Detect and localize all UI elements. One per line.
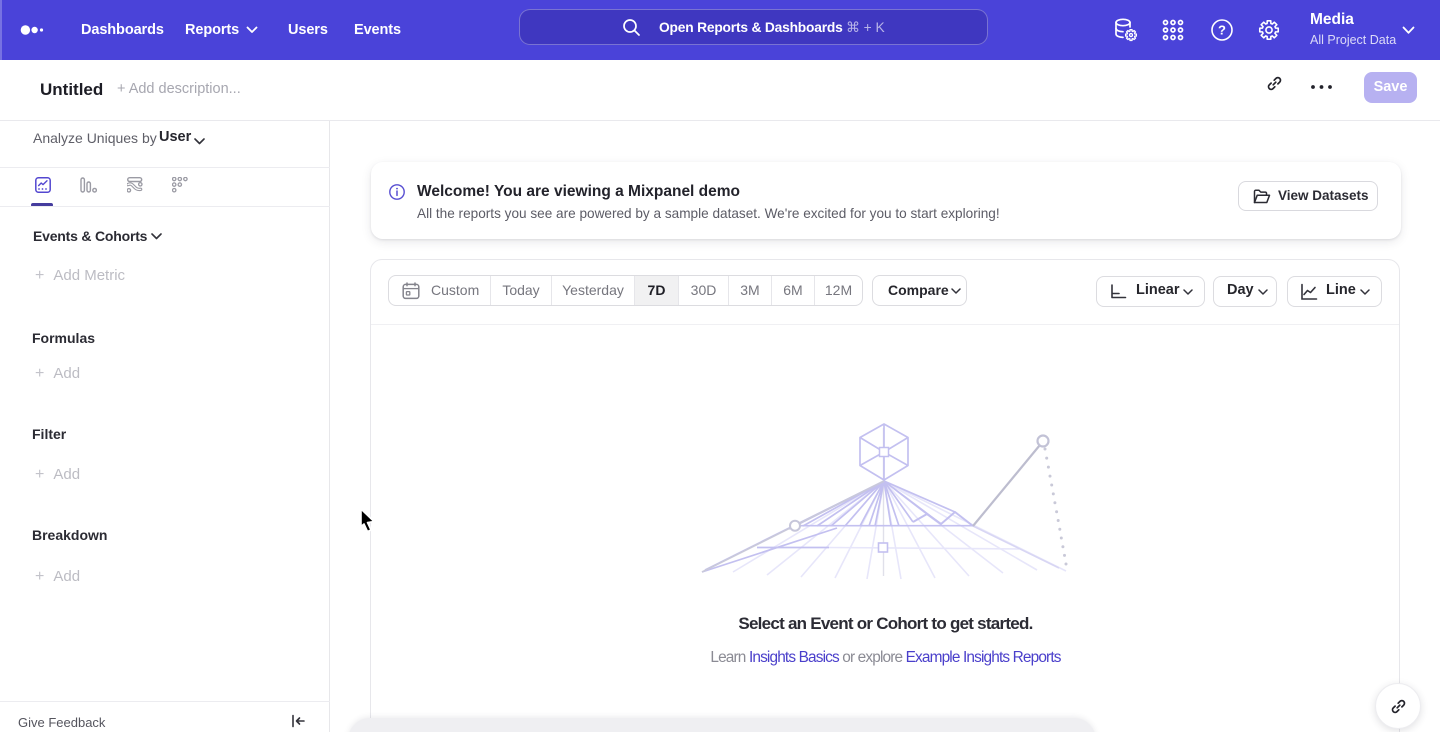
svg-text:?: ? — [1218, 23, 1226, 38]
